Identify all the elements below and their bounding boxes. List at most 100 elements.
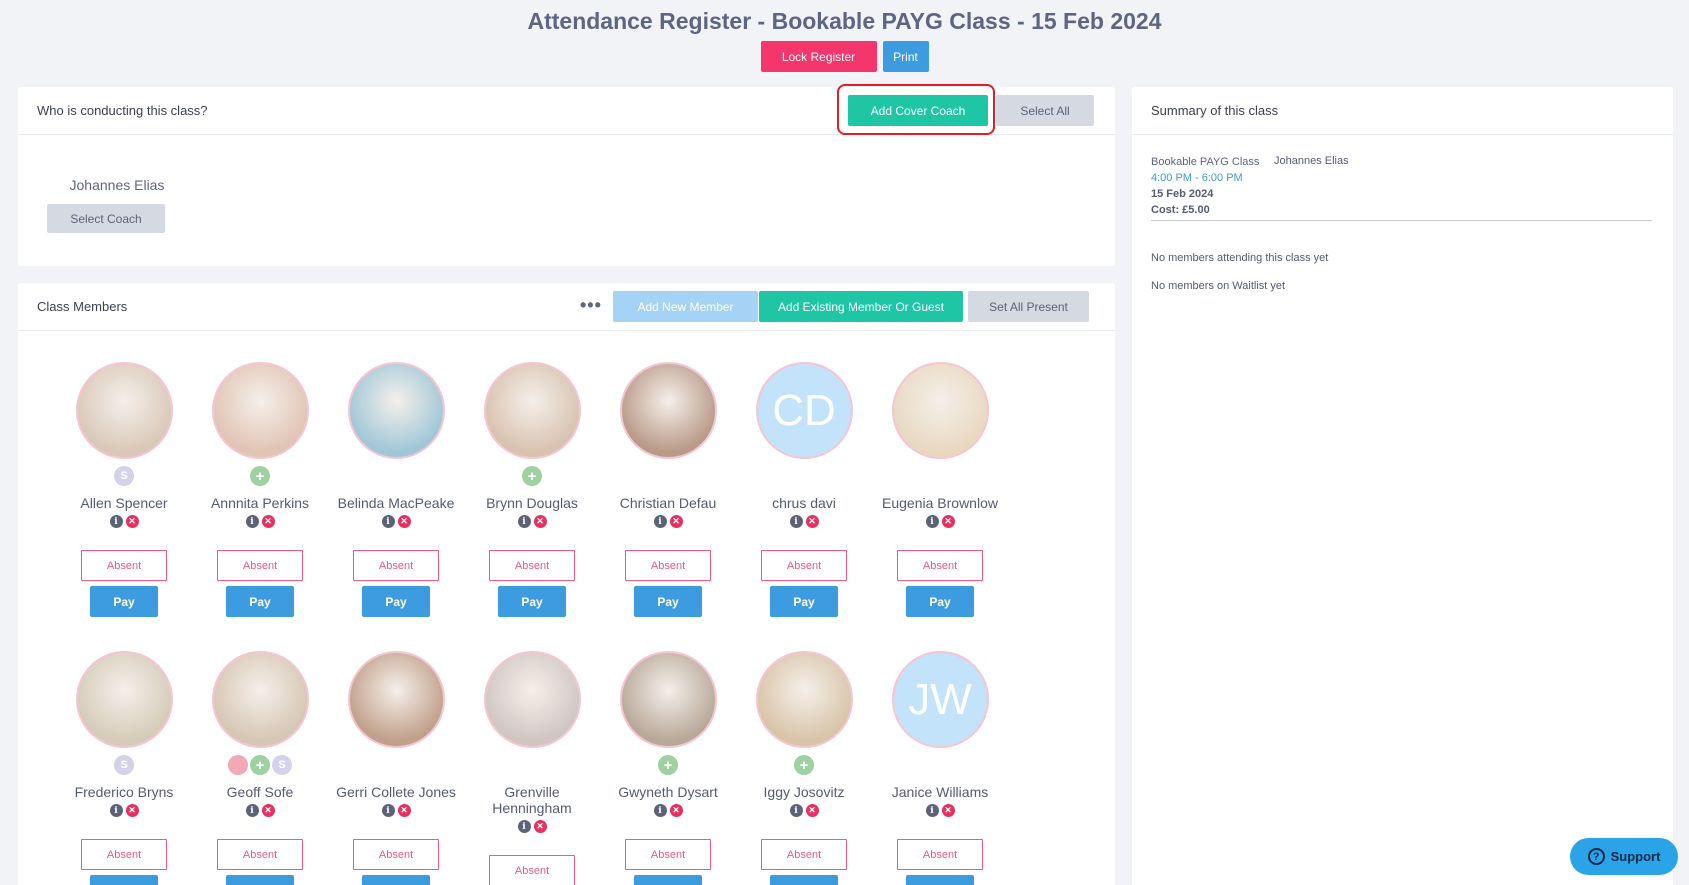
member-avatar[interactable] xyxy=(211,362,309,459)
absent-button[interactable]: Absent xyxy=(81,839,167,870)
absent-button[interactable]: Absent xyxy=(897,550,983,581)
member-avatar[interactable]: JW xyxy=(891,651,989,748)
pay-button[interactable]: Pay xyxy=(498,586,566,617)
member-name[interactable]: Allen Spencer xyxy=(58,495,190,511)
pay-button[interactable]: Pay xyxy=(906,875,974,885)
pay-button[interactable]: Pay xyxy=(90,586,158,617)
pay-button[interactable]: Pay xyxy=(634,586,702,617)
print-button[interactable]: Print xyxy=(882,41,929,72)
info-icon[interactable]: i xyxy=(925,804,939,817)
pay-button[interactable]: Pay xyxy=(770,586,838,617)
member-name[interactable]: Christian Defau xyxy=(602,495,734,511)
remove-icon[interactable]: ✕ xyxy=(941,804,955,817)
select-coach-button[interactable]: Select Coach xyxy=(47,204,165,233)
member-avatar[interactable] xyxy=(619,362,717,459)
pay-button[interactable]: Pay xyxy=(226,586,294,617)
info-icon[interactable]: i xyxy=(381,515,395,528)
member-card: + Annnita Perkins i ✕ Absent Pay xyxy=(194,362,326,617)
remove-icon[interactable]: ✕ xyxy=(805,804,819,817)
member-avatar[interactable] xyxy=(755,651,853,748)
member-badges xyxy=(466,755,598,779)
member-actions: i ✕ xyxy=(194,515,326,528)
member-avatar[interactable] xyxy=(483,362,581,459)
more-options-icon[interactable]: ••• xyxy=(580,295,602,316)
info-icon[interactable]: i xyxy=(517,820,531,833)
absent-button[interactable]: Absent xyxy=(761,550,847,581)
lock-register-button[interactable]: Lock Register xyxy=(760,41,877,72)
info-icon[interactable]: i xyxy=(517,515,531,528)
add-existing-member-button[interactable]: Add Existing Member Or Guest xyxy=(759,291,963,322)
remove-icon[interactable]: ✕ xyxy=(397,804,411,817)
member-card: CD chrus davi i ✕ Absent Pay xyxy=(738,362,870,617)
info-icon[interactable]: i xyxy=(789,515,803,528)
absent-button[interactable]: Absent xyxy=(489,855,575,885)
remove-icon[interactable]: ✕ xyxy=(125,804,139,817)
info-icon[interactable]: i xyxy=(653,804,667,817)
pay-button[interactable]: Pay xyxy=(362,586,430,617)
member-avatar[interactable]: CD xyxy=(755,362,853,459)
member-name[interactable]: Geoff Sofe xyxy=(194,784,326,800)
add-cover-coach-button[interactable]: Add Cover Coach xyxy=(848,95,988,126)
select-all-button[interactable]: Select All xyxy=(996,95,1094,126)
member-avatar[interactable] xyxy=(619,651,717,748)
member-avatar[interactable] xyxy=(483,651,581,748)
absent-button[interactable]: Absent xyxy=(81,550,167,581)
member-name[interactable]: Eugenia Brownlow xyxy=(874,495,1006,511)
pay-button[interactable]: Pay xyxy=(90,875,158,885)
info-icon[interactable]: i xyxy=(109,804,123,817)
remove-icon[interactable]: ✕ xyxy=(533,820,547,833)
member-name[interactable]: Iggy Josovitz xyxy=(738,784,870,800)
support-button[interactable]: ? Support xyxy=(1570,838,1678,875)
remove-icon[interactable]: ✕ xyxy=(397,515,411,528)
absent-button[interactable]: Absent xyxy=(217,839,303,870)
members-panel-title: Class Members xyxy=(37,299,128,314)
info-icon[interactable]: i xyxy=(109,515,123,528)
pay-button[interactable]: Pay xyxy=(362,875,430,885)
info-icon[interactable]: i xyxy=(653,515,667,528)
member-name[interactable]: Gwyneth Dysart xyxy=(602,784,734,800)
member-name[interactable]: Janice Williams xyxy=(874,784,1006,800)
info-icon[interactable]: i xyxy=(925,515,939,528)
info-icon[interactable]: i xyxy=(245,804,259,817)
pay-button[interactable]: Pay xyxy=(634,875,702,885)
summary-panel-header: Summary of this class xyxy=(1132,87,1673,135)
remove-icon[interactable]: ✕ xyxy=(669,515,683,528)
absent-button[interactable]: Absent xyxy=(897,839,983,870)
remove-icon[interactable]: ✕ xyxy=(669,804,683,817)
member-avatar[interactable] xyxy=(211,651,309,748)
member-name[interactable]: Brynn Douglas xyxy=(466,495,598,511)
member-name[interactable]: Belinda MacPeake xyxy=(330,495,462,511)
member-avatar[interactable] xyxy=(347,362,445,459)
member-avatar[interactable] xyxy=(347,651,445,748)
member-name[interactable]: Annnita Perkins xyxy=(194,495,326,511)
absent-button[interactable]: Absent xyxy=(217,550,303,581)
member-avatar[interactable] xyxy=(75,651,173,748)
remove-icon[interactable]: ✕ xyxy=(261,515,275,528)
member-name[interactable]: Gerri Collete Jones xyxy=(330,784,462,800)
remove-icon[interactable]: ✕ xyxy=(125,515,139,528)
remove-icon[interactable]: ✕ xyxy=(533,515,547,528)
remove-icon[interactable]: ✕ xyxy=(941,515,955,528)
absent-button[interactable]: Absent xyxy=(625,839,711,870)
member-name[interactable]: chrus davi xyxy=(738,495,870,511)
info-icon[interactable]: i xyxy=(245,515,259,528)
info-icon[interactable]: i xyxy=(381,804,395,817)
pay-button[interactable]: Pay xyxy=(226,875,294,885)
member-avatar[interactable] xyxy=(75,362,173,459)
add-new-member-button[interactable]: Add New Member xyxy=(613,291,758,322)
remove-icon[interactable]: ✕ xyxy=(261,804,275,817)
info-icon[interactable]: i xyxy=(789,804,803,817)
pay-button[interactable]: Pay xyxy=(906,586,974,617)
remove-icon[interactable]: ✕ xyxy=(805,515,819,528)
absent-button[interactable]: Absent xyxy=(353,839,439,870)
absent-button[interactable]: Absent xyxy=(761,839,847,870)
member-avatar[interactable] xyxy=(891,362,989,459)
pay-button[interactable]: Pay xyxy=(770,875,838,885)
member-badges: + xyxy=(194,466,326,490)
absent-button[interactable]: Absent xyxy=(353,550,439,581)
member-name[interactable]: Grenville Henningham xyxy=(487,784,577,816)
set-all-present-button[interactable]: Set All Present xyxy=(968,291,1089,322)
absent-button[interactable]: Absent xyxy=(489,550,575,581)
absent-button[interactable]: Absent xyxy=(625,550,711,581)
member-name[interactable]: Frederico Bryns xyxy=(58,784,190,800)
